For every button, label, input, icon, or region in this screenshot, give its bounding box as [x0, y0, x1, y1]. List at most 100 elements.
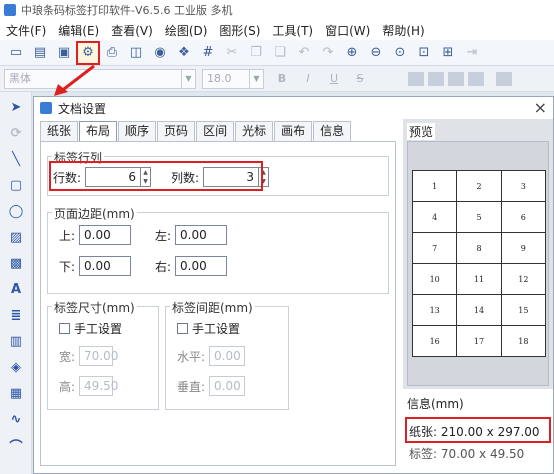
- margin-right-label: 右:: [155, 259, 172, 274]
- arc-icon[interactable]: ⌒: [5, 434, 27, 456]
- label-gap-legend: 标签间距(mm): [170, 299, 255, 316]
- gap-horizontal-field: 水平: 0.00: [177, 346, 246, 366]
- preview-label-cell: 11: [456, 263, 502, 295]
- align-left-icon[interactable]: [408, 71, 424, 86]
- preview-label-cell: 7: [411, 232, 458, 264]
- chevron-down-icon: ▼: [249, 69, 263, 88]
- preview-label-cell: 18: [500, 325, 547, 357]
- qrcode-icon[interactable]: ◈: [5, 356, 27, 378]
- preview-label-cell: 15: [500, 294, 547, 326]
- info-label-size: 标签: 70.00 x 49.50: [409, 447, 525, 461]
- preview-row: 456: [411, 201, 547, 233]
- info-legend: 信息(mm): [407, 397, 464, 411]
- zoom-fit-icon[interactable]: ⊙: [390, 43, 410, 63]
- text-icon[interactable]: A: [5, 278, 27, 300]
- picture-icon[interactable]: ▩: [5, 252, 27, 274]
- preview-row: 10 11 12: [411, 263, 547, 295]
- document-settings-icon[interactable]: ⚙: [76, 40, 100, 65]
- margin-left-input[interactable]: 0.00: [175, 225, 228, 245]
- margin-top-input[interactable]: 0.00: [79, 225, 132, 245]
- database-icon[interactable]: ◉: [150, 43, 170, 63]
- tab-range[interactable]: 区间: [196, 121, 235, 141]
- margin-bottom-input[interactable]: 0.00: [79, 256, 132, 276]
- font-family-select[interactable]: 黑体 ▼: [4, 68, 196, 89]
- tab-order[interactable]: 顺序: [118, 121, 157, 141]
- bold-button[interactable]: B: [274, 72, 290, 85]
- label-height-input[interactable]: 49.50: [79, 376, 118, 396]
- close-icon[interactable]: ×: [534, 98, 547, 117]
- font-size-select[interactable]: 18.0 ▼: [202, 68, 264, 89]
- line-spacing-icon[interactable]: [496, 71, 512, 86]
- margin-top-field: 上: 0.00: [59, 225, 132, 245]
- preview-legend: 预览: [407, 123, 436, 140]
- margin-bottom-field: 下: 0.00: [59, 256, 132, 276]
- menu-window[interactable]: 窗口(W): [325, 22, 370, 39]
- rectangle-icon[interactable]: ▢: [5, 174, 27, 196]
- print-preview-icon[interactable]: ◫: [126, 43, 146, 63]
- app-icon: [4, 4, 16, 16]
- preview-label-cell: 12: [500, 263, 547, 295]
- font-size-value: 18.0: [207, 71, 232, 85]
- underline-button[interactable]: U: [326, 72, 342, 85]
- manual-gap-checkbox[interactable]: [177, 323, 188, 334]
- align-center-icon[interactable]: [428, 71, 444, 86]
- zoom-in-icon[interactable]: ⊕: [342, 43, 362, 63]
- tab-info[interactable]: 信息: [313, 121, 352, 141]
- curve-icon[interactable]: ∿: [5, 408, 27, 430]
- gap-vertical-input[interactable]: 0.00: [209, 376, 246, 396]
- tab-canvas[interactable]: 画布: [274, 121, 313, 141]
- margin-right-input[interactable]: 0.00: [175, 256, 228, 276]
- fit-page-icon[interactable]: ⊞: [438, 43, 458, 63]
- pointer-icon[interactable]: ➤: [5, 96, 27, 118]
- tab-page-number[interactable]: 页码: [157, 121, 196, 141]
- manual-size-checkbox[interactable]: [59, 323, 70, 334]
- menu-file[interactable]: 文件(F): [6, 22, 46, 39]
- rotate-icon[interactable]: ⟳: [5, 122, 27, 144]
- menu-edit[interactable]: 编辑(E): [58, 22, 99, 39]
- preview-label-cell: 13: [411, 294, 458, 326]
- copy-icon[interactable]: ❐: [246, 43, 266, 63]
- menu-draw[interactable]: 绘图(D): [165, 22, 208, 39]
- gap-horizontal-input[interactable]: 0.00: [209, 346, 246, 366]
- align-justify-icon[interactable]: [468, 71, 484, 86]
- open-icon[interactable]: ▤: [30, 43, 50, 63]
- undo-icon[interactable]: ↶: [294, 43, 314, 63]
- label-width-input[interactable]: 70.00: [79, 346, 118, 366]
- layout-panel: 标签行列 行数: 6 ▲ ▼ 列数: 3 ▲ ▼ 页面边距(mm) 上: 0.00 …: [40, 141, 396, 466]
- tab-cursor[interactable]: 光标: [235, 121, 274, 141]
- align-right-icon[interactable]: [448, 71, 464, 86]
- paragraph-icon[interactable]: ≣: [5, 304, 27, 326]
- save-icon[interactable]: ▣: [54, 43, 74, 63]
- tab-layout[interactable]: 布局: [79, 121, 118, 142]
- barcode-icon[interactable]: ▥: [5, 330, 27, 352]
- new-icon[interactable]: ▭: [6, 43, 26, 63]
- label-size-legend: 标签尺寸(mm): [52, 299, 137, 316]
- actual-size-icon[interactable]: ⊡: [414, 43, 434, 63]
- line-icon[interactable]: ╲: [5, 148, 27, 170]
- margin-left-field: 左: 0.00: [155, 225, 228, 245]
- label-gap-manual[interactable]: 手工设置: [177, 320, 240, 337]
- ellipse-icon[interactable]: ◯: [5, 200, 27, 222]
- menu-view[interactable]: 查看(V): [111, 22, 153, 39]
- preview-label-cell: 17: [456, 325, 502, 357]
- redo-icon[interactable]: ↷: [318, 43, 338, 63]
- batch-icon[interactable]: ❖: [174, 43, 194, 63]
- rows-cols-highlight: [49, 161, 263, 191]
- menu-tools[interactable]: 工具(T): [272, 22, 313, 39]
- paste-icon[interactable]: ❏: [270, 43, 290, 63]
- label-size-manual[interactable]: 手工设置: [59, 320, 122, 337]
- tab-paper[interactable]: 纸张: [40, 121, 79, 141]
- print-icon[interactable]: ⎙: [102, 43, 122, 63]
- preview-label-cell: 10: [411, 263, 458, 295]
- grid-icon[interactable]: #: [198, 43, 218, 63]
- italic-button[interactable]: I: [300, 72, 316, 85]
- strike-button[interactable]: S: [352, 72, 368, 85]
- image-icon[interactable]: ▨: [5, 226, 27, 248]
- zoom-out-icon[interactable]: ⊖: [366, 43, 386, 63]
- menu-help[interactable]: 帮助(H): [382, 22, 424, 39]
- info-paper-highlight: [405, 417, 551, 443]
- data-matrix-icon[interactable]: ▦: [5, 382, 27, 404]
- more-icon[interactable]: ⇥: [462, 43, 482, 63]
- menu-shape[interactable]: 图形(S): [219, 22, 260, 39]
- cut-icon[interactable]: ✂: [222, 43, 242, 63]
